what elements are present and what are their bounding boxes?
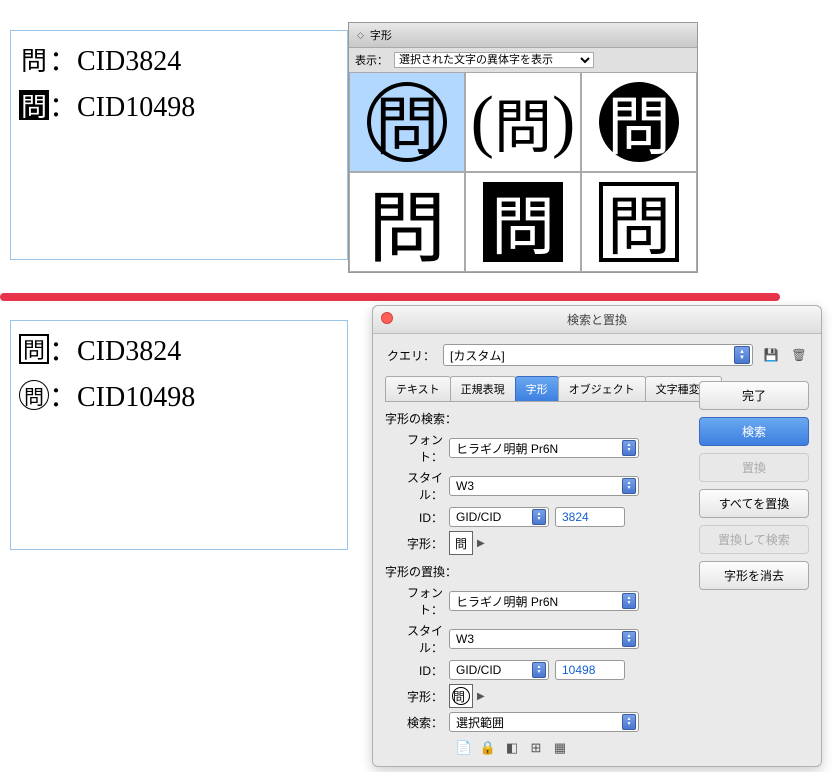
doc-line: 問 ：CID3824 (19, 39, 339, 79)
glyph-label: 字形： (385, 535, 449, 552)
style-label: スタイル： (385, 469, 449, 503)
glyph-panel-titlebar[interactable]: ◇ 字形 (349, 23, 697, 48)
glyph-circled: 問 (19, 380, 49, 410)
font-label: フォント： (385, 431, 449, 465)
glyph-variant-circled[interactable]: 問 (349, 72, 465, 172)
display-label: 表示： (355, 52, 388, 68)
tab-glyph[interactable]: 字形 (515, 376, 559, 401)
replace-style-select[interactable]: W3▲▼ (449, 629, 639, 649)
font-label: フォント： (385, 584, 449, 618)
scope-icon-5[interactable]: ▦ (551, 740, 569, 756)
replace-font-select[interactable]: ヒラギノ明朝 Pr6N▲▼ (449, 591, 639, 611)
glyph-variant-filled-circle[interactable]: 問 (581, 72, 697, 172)
cid-text: ：CID3824 (49, 39, 181, 79)
glyph-variant-paren[interactable]: (問) (465, 72, 581, 172)
trash-icon[interactable]: 🗑 (789, 345, 809, 365)
replace-id-input[interactable] (555, 660, 625, 680)
document-before: 問 ：CID3824 問 ：CID10498 (10, 30, 348, 260)
display-select[interactable]: 選択された文字の異体字を表示 (394, 52, 594, 68)
scope-icon-4[interactable]: ⊞ (527, 740, 545, 756)
scope-icon-3[interactable]: ◧ (503, 740, 521, 756)
glyph-panel: ◇ 字形 表示： 選択された文字の異体字を表示 問 (問) 問 問 問 問 (348, 22, 698, 273)
find-style-select[interactable]: W3▲▼ (449, 476, 639, 496)
cid-text: ：CID10498 (49, 85, 195, 125)
glyph-variant-plain[interactable]: 問 (349, 172, 465, 272)
doc-line: 問 ：CID3824 (19, 329, 339, 369)
find-section: 字形の検索： フォント： ヒラギノ明朝 Pr6N▲▼ スタイル： W3▲▼ ID… (385, 410, 675, 555)
style-label: スタイル： (385, 622, 449, 656)
find-font-select[interactable]: ヒラギノ明朝 Pr6N▲▼ (449, 438, 639, 458)
glyph-squared: 問 (19, 334, 49, 364)
collapse-arrows-icon[interactable]: ◇ (357, 30, 364, 41)
replace-section: 字形の置換： フォント： ヒラギノ明朝 Pr6N▲▼ スタイル： W3▲▼ ID… (385, 563, 675, 732)
query-combo[interactable]: [カスタム] ▲▼ (443, 344, 753, 366)
find-glyph-preview[interactable]: 問 (449, 531, 473, 555)
dialog-titlebar[interactable]: 検索と置換 (373, 306, 821, 334)
scope-select[interactable]: 選択範囲▲▼ (449, 712, 639, 732)
find-id-input[interactable] (555, 507, 625, 527)
glyph-flyout-icon[interactable]: ▶ (477, 538, 485, 549)
replace-find-button: 置換して検索 (699, 525, 809, 554)
tab-text[interactable]: テキスト (385, 376, 451, 401)
glyph-grid: 問 (問) 問 問 問 問 (349, 72, 697, 272)
stepper-icon[interactable]: ▲▼ (734, 346, 750, 364)
find-section-label: 字形の検索： (385, 410, 675, 427)
glyph-label: 字形： (385, 688, 449, 705)
glyph-variant-filled-square[interactable]: 問 (465, 172, 581, 272)
scope-label: 検索： (385, 714, 449, 731)
close-icon[interactable] (381, 312, 393, 324)
id-label: ID： (385, 662, 449, 679)
glyph-plain: 問 (19, 44, 49, 74)
before-after-divider (0, 293, 780, 301)
save-icon[interactable]: 💾 (761, 345, 781, 365)
replace-button: 置換 (699, 453, 809, 482)
doc-line: 問 ：CID10498 (19, 375, 339, 415)
replace-idtype-select[interactable]: GID/CID▲▼ (449, 660, 549, 680)
glyph-panel-title: 字形 (370, 27, 392, 43)
replace-glyph-preview[interactable]: 問 (449, 684, 473, 708)
scope-icon-1[interactable]: 📄 (455, 740, 473, 756)
cid-text: ：CID10498 (49, 375, 195, 415)
find-idtype-select[interactable]: GID/CID▲▼ (449, 507, 549, 527)
cid-text: ：CID3824 (49, 329, 181, 369)
clear-glyph-button[interactable]: 字形を消去 (699, 561, 809, 590)
scope-icon-2[interactable]: 🔒 (479, 740, 497, 756)
scope-icons: 📄 🔒 ◧ ⊞ ▦ (385, 740, 675, 756)
replace-all-button[interactable]: すべてを置換 (699, 489, 809, 518)
id-label: ID： (385, 509, 449, 526)
glyph-panel-subbar: 表示： 選択された文字の異体字を表示 (349, 48, 697, 72)
glyph-flyout-icon[interactable]: ▶ (477, 691, 485, 702)
tab-regex[interactable]: 正規表現 (450, 376, 516, 401)
doc-line: 問 ：CID10498 (19, 85, 339, 125)
find-replace-dialog: 検索と置換 クエリ： [カスタム] ▲▼ 💾 🗑 テキスト 正規表現 字形 オブ… (372, 305, 822, 767)
document-after: 問 ：CID3824 問 ：CID10498 (10, 320, 348, 550)
glyph-variant-square[interactable]: 問 (581, 172, 697, 272)
query-label: クエリ： (385, 347, 435, 364)
done-button[interactable]: 完了 (699, 381, 809, 410)
tab-object[interactable]: オブジェクト (558, 376, 646, 401)
glyph-inverse: 問 (19, 90, 49, 120)
dialog-title: 検索と置換 (567, 313, 627, 327)
replace-section-label: 字形の置換： (385, 563, 675, 580)
action-buttons: 完了 検索 置換 すべてを置換 置換して検索 字形を消去 (699, 381, 809, 590)
find-button[interactable]: 検索 (699, 417, 809, 446)
